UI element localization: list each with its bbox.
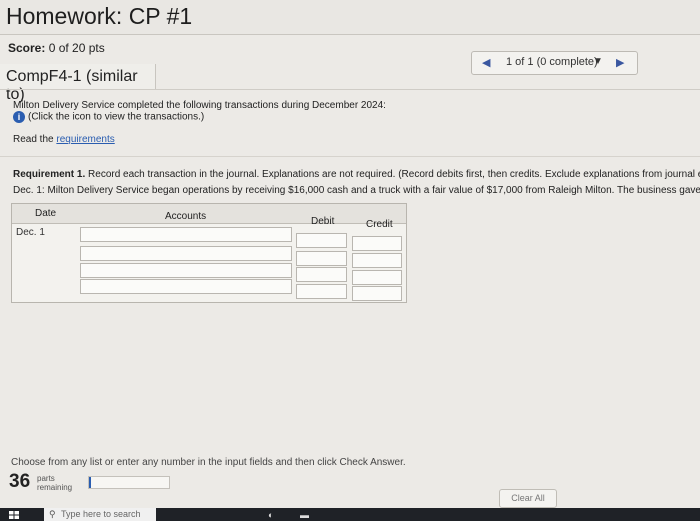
credit-input-3[interactable] <box>352 270 402 285</box>
clear-all-button[interactable]: Clear All <box>499 489 557 508</box>
credit-input-2[interactable] <box>352 253 402 268</box>
taskbar-search-box[interactable]: ⚲ Type here to search <box>44 508 156 521</box>
info-text: (Click the icon to view the transactions… <box>28 111 205 123</box>
question-name-tab: CompF4-1 (similar to) <box>0 64 156 103</box>
read-requirements-row: Read the requirements <box>13 134 115 145</box>
header-accounts: Accounts <box>165 211 207 222</box>
question-progress-label[interactable]: 1 of 1 (0 complete) <box>506 56 598 68</box>
debit-input-2[interactable] <box>296 251 347 266</box>
requirement-text: Record each transaction in the journal. … <box>88 169 700 180</box>
dropdown-caret-icon[interactable]: ▼ <box>593 56 603 67</box>
account-input-2[interactable] <box>80 246 292 261</box>
requirements-link[interactable]: requirements <box>56 134 114 145</box>
divider <box>0 156 700 157</box>
parts-label: parts remaining <box>37 474 72 492</box>
edge-browser-icon[interactable]: ◐ <box>268 510 273 520</box>
journal-table: Date Accounts Debit Credit Dec. 1 <box>11 203 407 303</box>
score-label: Score: <box>8 41 46 55</box>
question-navigator[interactable]: ◀ 1 of 1 (0 complete) ▼ ▶ <box>471 51 638 75</box>
title-bar: Homework: CP #1 <box>0 0 700 35</box>
parts-count: 36 <box>9 471 31 492</box>
question-intro: Milton Delivery Service completed the fo… <box>13 100 386 111</box>
requirement-instruction: Requirement 1. Record each transaction i… <box>13 169 700 180</box>
info-icon[interactable]: i <box>13 111 25 123</box>
account-input-3[interactable] <box>80 263 292 278</box>
taskbar: ⚲ Type here to search ◐ ▬ <box>0 508 700 521</box>
credit-input-4[interactable] <box>352 286 402 301</box>
read-prefix: Read the <box>13 134 54 145</box>
footer-hint: Choose from any list or enter any number… <box>11 457 406 468</box>
progress-bar <box>88 476 170 489</box>
question-name: CompF4-1 (similar to) <box>6 68 138 103</box>
account-input-1[interactable] <box>80 227 292 242</box>
debit-input-3[interactable] <box>296 267 347 282</box>
progress-fill <box>89 477 91 488</box>
debit-input-4[interactable] <box>296 284 347 299</box>
debit-input-1[interactable] <box>296 233 347 248</box>
header-date: Date <box>35 208 57 219</box>
next-question-icon[interactable]: ▶ <box>616 56 624 69</box>
search-placeholder[interactable]: Type here to search <box>61 509 141 519</box>
date-cell: Dec. 1 <box>16 227 45 238</box>
account-input-4[interactable] <box>80 279 292 294</box>
prev-question-icon[interactable]: ◀ <box>482 56 490 69</box>
info-row: i (Click the icon to view the transaction… <box>13 111 204 123</box>
parts-label-line-1: parts <box>37 474 55 483</box>
header-debit: Debit <box>311 216 335 227</box>
transaction-description: Dec. 1: Milton Delivery Service began op… <box>13 185 700 196</box>
file-explorer-icon[interactable]: ▬ <box>300 510 309 520</box>
windows-start-icon[interactable] <box>9 511 19 519</box>
page-title: Homework: CP #1 <box>6 3 193 29</box>
credit-input-1[interactable] <box>352 236 402 251</box>
requirement-title: Requirement 1. <box>13 169 86 180</box>
search-icon: ⚲ <box>49 509 56 519</box>
divider <box>0 89 700 90</box>
journal-header-row <box>12 204 406 224</box>
parts-label-line-2: remaining <box>37 483 73 492</box>
score-value: 0 of 20 pts <box>48 41 105 55</box>
score-text: Score: 0 of 20 pts <box>8 41 105 55</box>
header-credit: Credit <box>366 219 393 230</box>
